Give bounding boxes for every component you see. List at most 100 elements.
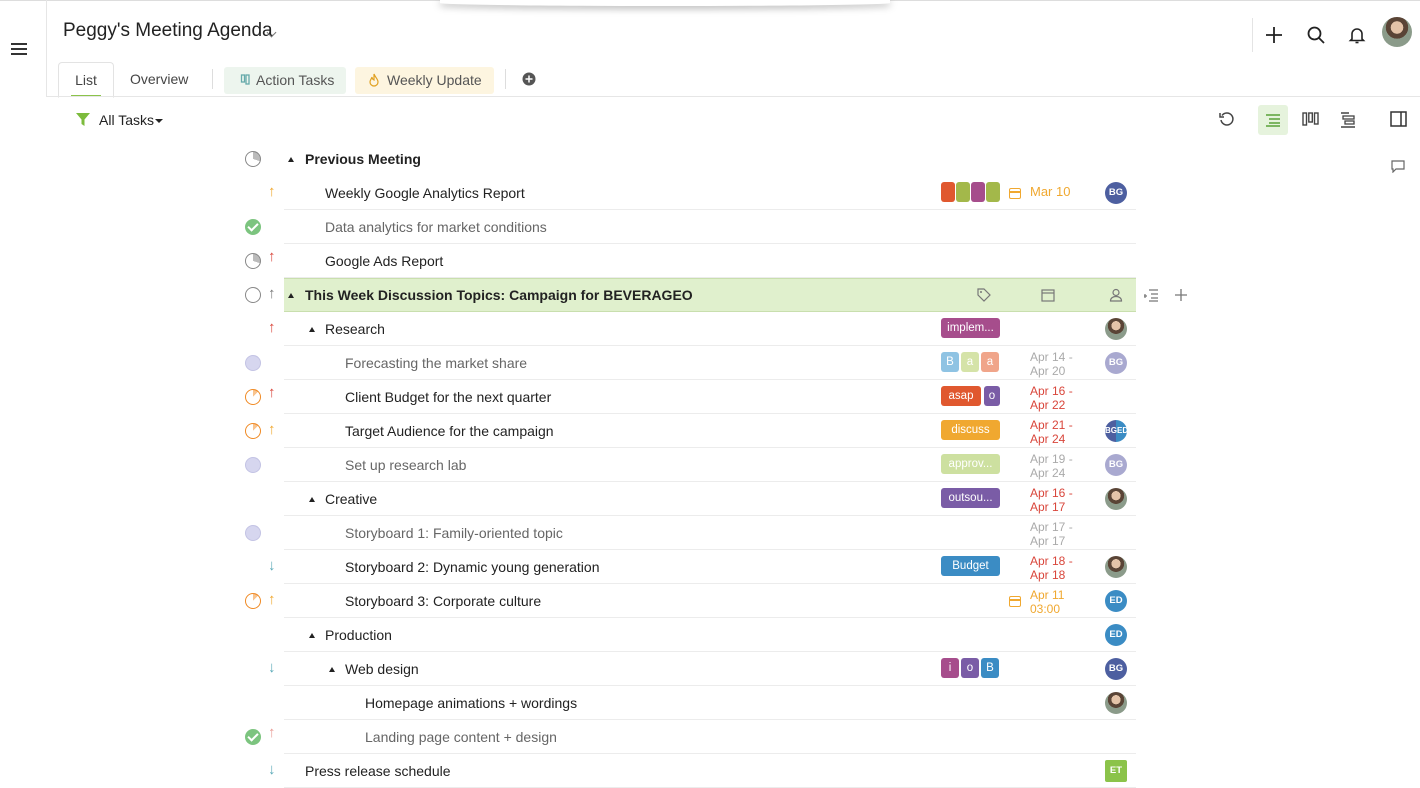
user-icon[interactable] — [1109, 288, 1123, 302]
task-name[interactable]: Landing page content + design — [365, 729, 557, 745]
user-avatar[interactable] — [1382, 17, 1412, 47]
status-open-icon[interactable] — [245, 457, 261, 473]
task-row[interactable]: Production ED — [0, 618, 1420, 652]
assignee-avatar[interactable]: BGED — [1105, 420, 1128, 442]
assignee-avatar[interactable]: BG — [1105, 454, 1127, 476]
tag-chip[interactable]: approv... — [941, 454, 1000, 474]
due-date[interactable]: Apr 11 03:00 — [1030, 588, 1064, 616]
task-row[interactable]: ↑ Landing page content + design — [0, 720, 1420, 754]
status-open-icon[interactable] — [245, 525, 261, 541]
assignee-avatar[interactable]: ET — [1105, 760, 1127, 782]
task-name[interactable]: Storyboard 3: Corporate culture — [345, 593, 541, 609]
search-icon[interactable] — [1306, 25, 1326, 45]
section-row[interactable]: Previous Meeting — [0, 142, 1420, 176]
tag-chip[interactable]: implem... — [941, 318, 1000, 338]
due-date[interactable]: Apr 17 - Apr 17 — [1030, 520, 1073, 548]
task-name[interactable]: Google Ads Report — [325, 253, 443, 269]
task-row[interactable]: Creative outsou... Apr 16 - Apr 17 — [0, 482, 1420, 516]
task-name[interactable]: This Week Discussion Topics: Campaign fo… — [305, 287, 693, 303]
tag-chip[interactable]: B — [981, 658, 999, 678]
tag-chip[interactable]: a — [981, 352, 999, 372]
task-name[interactable]: Client Budget for the next quarter — [345, 389, 551, 405]
task-name[interactable]: Data analytics for market conditions — [325, 219, 547, 235]
assignee-avatar[interactable]: ED — [1105, 624, 1127, 646]
tab-overview[interactable]: Overview — [130, 62, 188, 96]
task-row[interactable]: ↑ Client Budget for the next quarter asa… — [0, 380, 1420, 414]
tag-chip[interactable]: o — [984, 386, 1000, 406]
tag-chip[interactable]: outsou... — [941, 488, 1000, 508]
tag-chip[interactable] — [956, 182, 970, 202]
task-name[interactable]: Forecasting the market share — [345, 355, 527, 371]
gantt-view-icon[interactable] — [1340, 112, 1357, 128]
task-name[interactable]: Press release schedule — [305, 763, 451, 779]
task-name[interactable]: Weekly Google Analytics Report — [325, 185, 525, 201]
task-row[interactable]: Homepage animations + wordings — [0, 686, 1420, 720]
task-name[interactable]: Creative — [325, 491, 377, 507]
tag-chip[interactable] — [941, 182, 955, 202]
page-title[interactable]: Peggy's Meeting Agenda — [63, 20, 273, 42]
tag-icon[interactable] — [977, 288, 991, 302]
task-name[interactable]: Previous Meeting — [305, 151, 421, 167]
tab-list[interactable]: List — [58, 62, 114, 98]
status-complete-icon[interactable] — [245, 219, 261, 235]
task-row[interactable]: ↑ Google Ads Report — [0, 244, 1420, 278]
collapse-caret-icon[interactable] — [288, 293, 294, 298]
status-in-progress-icon[interactable] — [245, 423, 261, 439]
tag-chip[interactable]: B — [941, 352, 959, 372]
task-name[interactable]: Homepage animations + wordings — [365, 695, 577, 711]
tag-chip[interactable] — [986, 182, 1000, 202]
collapse-caret-icon[interactable] — [288, 157, 294, 162]
task-row[interactable]: ↓ Press release schedule ET — [0, 754, 1420, 788]
panel-toggle-icon[interactable] — [1390, 111, 1407, 127]
collapse-caret-icon[interactable] — [309, 327, 315, 332]
collapse-caret-icon[interactable] — [309, 633, 315, 638]
section-row-selected[interactable]: ↑ This Week Discussion Topics: Campaign … — [0, 278, 1420, 312]
task-row[interactable]: ↑ Target Audience for the campaign discu… — [0, 414, 1420, 448]
assignee-avatar[interactable] — [1105, 318, 1127, 340]
refresh-icon[interactable] — [1218, 111, 1236, 129]
list-view-button[interactable] — [1258, 105, 1288, 135]
assignee-avatar[interactable] — [1105, 692, 1127, 714]
task-name[interactable]: Set up research lab — [345, 457, 466, 473]
task-row[interactable]: Storyboard 1: Family-oriented topic Apr … — [0, 516, 1420, 550]
task-name[interactable]: Web design — [345, 661, 419, 677]
tab-weekly-update[interactable]: Weekly Update — [355, 67, 494, 94]
task-row[interactable]: ↓ Web design i o B BG — [0, 652, 1420, 686]
plus-icon[interactable] — [1264, 25, 1284, 45]
calendar-icon[interactable] — [1041, 288, 1055, 302]
due-date[interactable]: Apr 18 - Apr 18 — [1030, 554, 1073, 582]
task-row[interactable]: ↑ Research implem... — [0, 312, 1420, 346]
due-date[interactable]: Apr 16 - Apr 22 — [1030, 384, 1073, 412]
status-partial-icon[interactable] — [245, 253, 261, 269]
status-in-progress-icon[interactable] — [245, 593, 261, 609]
collapse-caret-icon[interactable] — [329, 667, 335, 672]
plus-icon[interactable] — [1174, 288, 1188, 302]
task-row[interactable]: Forecasting the market share B a a Apr 1… — [0, 346, 1420, 380]
task-row[interactable]: Set up research lab approv... Apr 19 - Ap… — [0, 448, 1420, 482]
task-name[interactable]: Production — [325, 627, 392, 643]
status-open-icon[interactable] — [245, 287, 261, 303]
due-date[interactable]: Mar 10 — [1030, 185, 1070, 199]
status-partial-icon[interactable] — [245, 151, 261, 167]
task-row[interactable]: Data analytics for market conditions — [0, 210, 1420, 244]
status-open-icon[interactable] — [245, 355, 261, 371]
task-name[interactable]: Target Audience for the campaign — [345, 423, 554, 439]
kanban-view-icon[interactable] — [1302, 112, 1319, 127]
due-date[interactable]: Apr 16 - Apr 17 — [1030, 486, 1073, 514]
task-name[interactable]: Research — [325, 321, 385, 337]
add-tab-icon[interactable] — [522, 72, 536, 86]
tab-action-tasks[interactable]: Action Tasks — [224, 67, 347, 94]
assignee-avatar[interactable] — [1105, 488, 1127, 510]
assignee-avatar[interactable]: BG — [1105, 182, 1127, 204]
assignee-avatar[interactable] — [1105, 556, 1127, 578]
task-row[interactable]: ↑ Weekly Google Analytics Report Mar 10 … — [0, 176, 1420, 210]
assignee-avatar[interactable]: ED — [1105, 590, 1127, 612]
due-date[interactable]: Apr 19 - Apr 24 — [1030, 452, 1073, 480]
task-name[interactable]: Storyboard 2: Dynamic young generation — [345, 559, 599, 575]
task-name[interactable]: Storyboard 1: Family-oriented topic — [345, 525, 563, 541]
assignee-avatar[interactable]: BG — [1105, 658, 1127, 680]
tag-chip[interactable]: a — [961, 352, 979, 372]
tag-chip[interactable] — [971, 182, 985, 202]
tag-chip[interactable]: i — [941, 658, 959, 678]
assignee-avatar[interactable]: BG — [1105, 352, 1127, 374]
